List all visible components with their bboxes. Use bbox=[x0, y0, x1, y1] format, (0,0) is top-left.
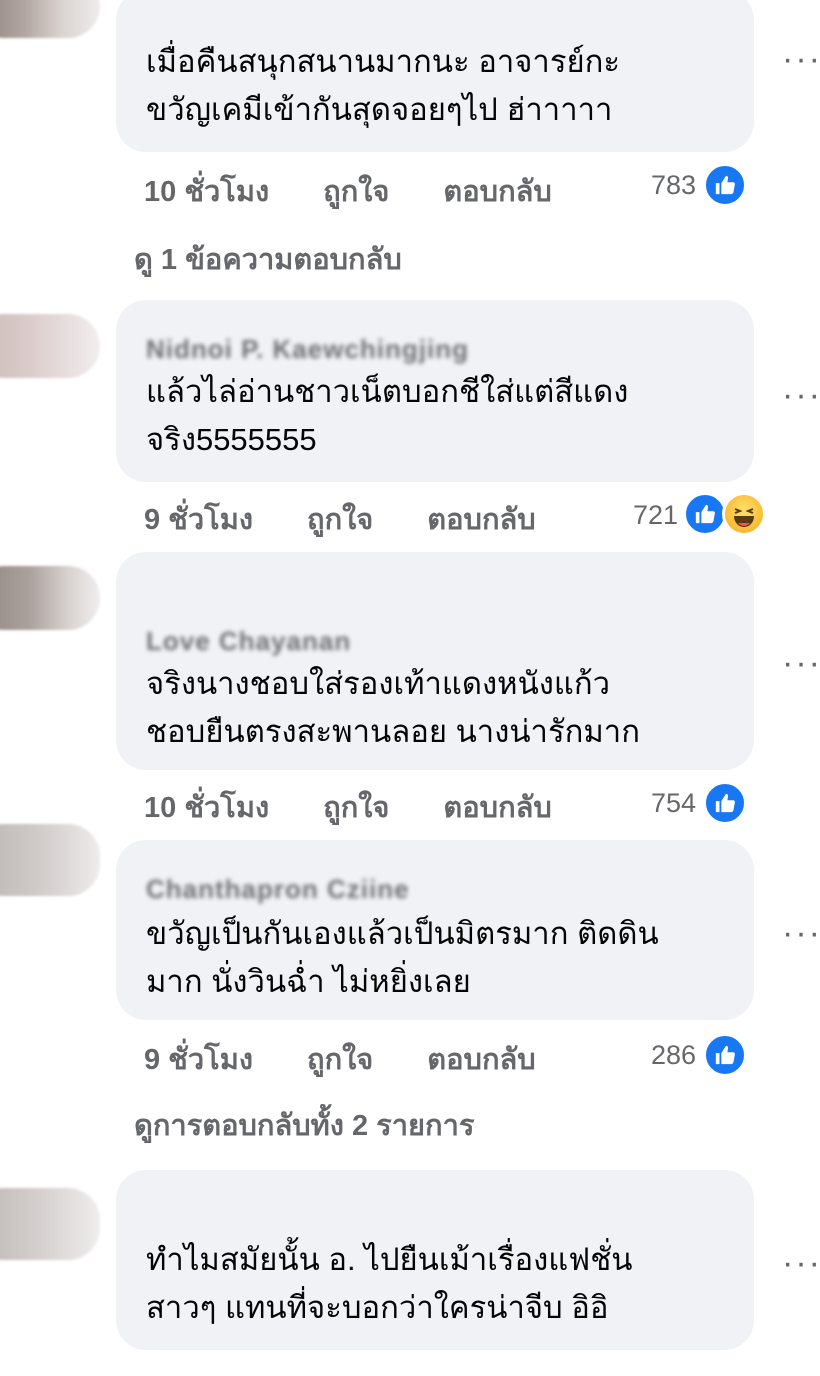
comment-bubble: Love Chayanan จริงนางชอบใส่รองเท้าแดงหนั… bbox=[116, 552, 754, 770]
avatar[interactable] bbox=[0, 1188, 100, 1260]
reaction-count[interactable]: 754 bbox=[626, 788, 696, 819]
comment-author[interactable]: Nidnoi P. Kaewchingjing bbox=[146, 334, 469, 365]
like-icon[interactable] bbox=[683, 492, 727, 536]
more-options-icon[interactable]: ··· bbox=[782, 376, 820, 415]
comment-text: ทำไมสมัยนั้น อ. ไปยืนเม้าเรื่องแฟชั่น สา… bbox=[146, 1242, 633, 1325]
comment-time[interactable]: 10 ชั่วโมง bbox=[144, 168, 269, 214]
like-icon[interactable] bbox=[703, 163, 747, 207]
comment-author[interactable]: Love Chayanan bbox=[146, 626, 351, 657]
comment-time[interactable]: 10 ชั่วโมง bbox=[144, 784, 269, 830]
comment-actions: 10 ชั่วโมง ถูกใจ ตอบกลับ bbox=[144, 784, 606, 830]
avatar[interactable] bbox=[0, 0, 100, 38]
reaction-count[interactable]: 721 bbox=[608, 500, 678, 531]
comment-author[interactable]: Chanthapron Cziine bbox=[146, 874, 410, 905]
more-options-icon[interactable]: ··· bbox=[782, 914, 820, 953]
view-replies-link[interactable]: ดูการตอบกลับทั้ง 2 รายการ bbox=[134, 1102, 474, 1148]
view-replies-link[interactable]: ดู 1 ข้อความตอบกลับ bbox=[134, 236, 402, 282]
comment-bubble: ทำไมสมัยนั้น อ. ไปยืนเม้าเรื่องแฟชั่น สา… bbox=[116, 1170, 754, 1350]
comment-bubble: Chanthapron Cziine ขวัญเป็นกันเองแล้วเป็… bbox=[116, 840, 754, 1020]
comment-bubble: Nidnoi P. Kaewchingjing แล้วไล่อ่านชาวเน… bbox=[116, 300, 754, 482]
more-options-icon[interactable]: ··· bbox=[782, 40, 820, 79]
comment-actions: 9 ชั่วโมง ถูกใจ ตอบกลับ bbox=[144, 1036, 590, 1082]
comment-text: ขวัญเป็นกันเองแล้วเป็นมิตรมาก ติดดิน มาก… bbox=[146, 916, 659, 999]
comment-bubble: เมื่อคืนสนุกสนานมากนะ อาจารย์กะ ขวัญเคมี… bbox=[116, 0, 754, 152]
like-icon[interactable] bbox=[703, 1033, 747, 1077]
comment-actions: 9 ชั่วโมง ถูกใจ ตอบกลับ bbox=[144, 496, 590, 542]
reply-button[interactable]: ตอบกลับ bbox=[443, 168, 551, 214]
reply-button[interactable]: ตอบกลับ bbox=[427, 1036, 535, 1082]
like-button[interactable]: ถูกใจ bbox=[307, 496, 373, 542]
reaction-count[interactable]: 286 bbox=[626, 1040, 696, 1071]
like-button[interactable]: ถูกใจ bbox=[323, 168, 389, 214]
like-icon[interactable] bbox=[703, 781, 747, 825]
like-button[interactable]: ถูกใจ bbox=[323, 784, 389, 830]
avatar[interactable] bbox=[0, 824, 100, 896]
reply-button[interactable]: ตอบกลับ bbox=[443, 784, 551, 830]
comment-text: แล้วไล่อ่านชาวเน็ตบอกชีใส่แต่สีแดง จริง5… bbox=[146, 374, 629, 457]
comment-time[interactable]: 9 ชั่วโมง bbox=[144, 1036, 253, 1082]
comment-time[interactable]: 9 ชั่วโมง bbox=[144, 496, 253, 542]
comment-actions: 10 ชั่วโมง ถูกใจ ตอบกลับ bbox=[144, 168, 606, 214]
haha-icon[interactable] bbox=[722, 492, 766, 536]
comment-text: เมื่อคืนสนุกสนานมากนะ อาจารย์กะ ขวัญเคมี… bbox=[146, 44, 621, 127]
reply-button[interactable]: ตอบกลับ bbox=[427, 496, 535, 542]
avatar[interactable] bbox=[0, 314, 100, 378]
more-options-icon[interactable]: ··· bbox=[782, 644, 820, 683]
avatar[interactable] bbox=[0, 566, 100, 630]
reaction-count[interactable]: 783 bbox=[626, 170, 696, 201]
like-button[interactable]: ถูกใจ bbox=[307, 1036, 373, 1082]
more-options-icon[interactable]: ··· bbox=[782, 1244, 820, 1283]
comment-text: จริงนางชอบใส่รองเท้าแดงหนังแก้ว ชอบยืนตร… bbox=[146, 666, 640, 749]
